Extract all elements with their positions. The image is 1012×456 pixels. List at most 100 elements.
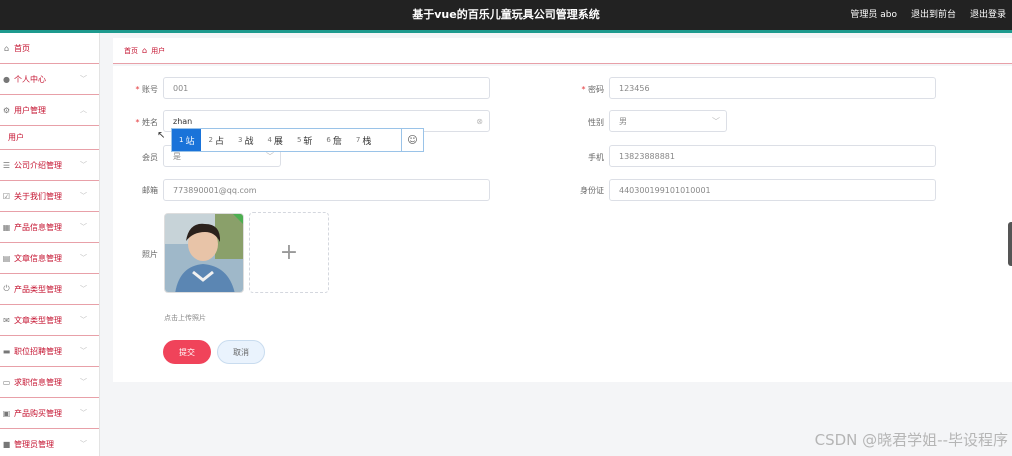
sidebar-item-users[interactable]: ⚙ 用户管理 ︿: [0, 95, 99, 126]
idcard-label: 身份证: [580, 186, 604, 195]
upload-button[interactable]: +: [249, 212, 329, 293]
home-icon: ⌂: [142, 46, 148, 55]
chevron-down-icon: ﹀: [80, 316, 87, 324]
sidebar-item-label: 首页: [14, 43, 30, 53]
back-to-front-link[interactable]: 退出到前台: [911, 7, 956, 20]
list-icon: ☰: [2, 160, 11, 170]
ime-candidate[interactable]: 6詹: [319, 129, 348, 151]
sidebar-item-articles[interactable]: ▤ 文章信息管理 ﹀: [0, 243, 99, 274]
email-label: 邮箱: [142, 186, 158, 195]
portrait-image: [165, 214, 243, 292]
uploaded-photo[interactable]: [164, 213, 244, 293]
ime-candidate[interactable]: 7栈: [349, 129, 378, 151]
sidebar-subitem-label: 用户: [8, 133, 24, 142]
clear-icon[interactable]: ⊗: [476, 117, 483, 126]
current-user: 管理员 abo: [850, 10, 897, 20]
chevron-down-icon: ﹀: [80, 75, 87, 83]
sidebar-item-label: 产品类型管理: [14, 284, 62, 294]
header-accent-line: [0, 30, 1012, 33]
breadcrumb-current: 用户: [151, 46, 166, 55]
cart-icon: ▣: [2, 408, 11, 418]
chevron-down-icon: ﹀: [80, 223, 87, 231]
plus-icon: +: [279, 240, 299, 265]
top-header: 基于vue的百乐儿童玩具公司管理系统 管理员 abo 退出到前台 退出登录: [0, 0, 1012, 33]
watermark: CSDN @晓君学姐--毕设程序: [814, 431, 1008, 449]
card-icon: ▬: [2, 346, 11, 356]
chevron-down-icon: ﹀: [80, 347, 87, 355]
ime-candidate[interactable]: 4展: [260, 129, 289, 151]
chevron-down-icon: ﹀: [712, 116, 720, 126]
user-icon: ●: [3, 74, 10, 84]
logout-link[interactable]: 退出登录: [970, 7, 1006, 20]
sidebar-item-about-us[interactable]: ☑ 关于我们管理 ﹀: [0, 181, 99, 212]
sidebar-item-home[interactable]: ⌂ 首页: [0, 33, 99, 64]
sidebar-subitem-user[interactable]: 用户: [0, 126, 99, 150]
upload-hint: 点击上传照片: [164, 314, 206, 322]
password-input[interactable]: 123456: [609, 77, 936, 99]
sidebar-item-label: 用户管理: [14, 105, 46, 115]
ime-candidate-bar: 1站 2占 3战 4展 5斩 6詹 7栈 ☺: [171, 128, 424, 152]
chevron-down-icon: ﹀: [80, 285, 87, 293]
sidebar-item-admins[interactable]: ■ 管理员管理 ﹀: [0, 429, 99, 456]
chevron-down-icon: ﹀: [80, 192, 87, 200]
mouse-cursor-icon: ↖: [157, 130, 166, 141]
power-icon: ⏻: [3, 284, 10, 293]
sidebar-item-label: 关于我们管理: [14, 191, 62, 201]
account-label: * 账号: [135, 85, 158, 94]
name-label: * 姓名: [135, 118, 158, 127]
chevron-down-icon: ﹀: [80, 254, 87, 262]
chevron-down-icon: ﹀: [266, 151, 274, 161]
side-scroll-tab[interactable]: [1008, 222, 1012, 266]
mail-icon: ✉: [3, 315, 10, 325]
chevron-down-icon: ﹀: [80, 440, 87, 448]
sidebar-item-label: 文章类型管理: [14, 315, 62, 325]
sidebar-item-jobs[interactable]: ▬ 职位招聘管理 ﹀: [0, 336, 99, 367]
ime-candidate[interactable]: 1站: [172, 129, 202, 151]
cancel-button[interactable]: 取消: [217, 340, 265, 364]
chevron-down-icon: ﹀: [80, 409, 87, 417]
sidebar-item-article-types[interactable]: ✉ 文章类型管理 ﹀: [0, 305, 99, 336]
sidebar-item-label: 文章信息管理: [14, 253, 62, 263]
ime-candidate[interactable]: 3战: [231, 129, 260, 151]
photo-label: 照片: [142, 250, 158, 259]
sidebar-item-label: 职位招聘管理: [14, 346, 62, 356]
account-input[interactable]: 001: [163, 77, 490, 99]
check-icon: ☑: [2, 191, 11, 201]
sidebar-item-label: 产品购买管理: [14, 408, 62, 418]
ime-candidate[interactable]: 5斩: [290, 129, 319, 151]
grid-icon: ▦: [2, 222, 11, 232]
chevron-down-icon: ﹀: [80, 161, 87, 169]
phone-input[interactable]: 13823888881: [609, 145, 936, 167]
password-label: * 密码: [581, 85, 604, 94]
chevron-up-icon: ︿: [80, 106, 87, 114]
phone-label: 手机: [588, 153, 604, 162]
member-label: 会员: [142, 153, 158, 162]
submit-button[interactable]: 提交: [163, 340, 211, 364]
sidebar-item-job-seekers[interactable]: ▭ 求职信息管理 ﹀: [0, 367, 99, 398]
home-icon: ⌂: [3, 43, 10, 53]
breadcrumb: 首页 ⌂ 用户: [113, 38, 1012, 64]
sidebar: ⌂ 首页 ● 个人中心 ﹀ ⚙ 用户管理 ︿ 用户 ☰ 公司介绍管理 ﹀ ☑ 关…: [0, 33, 100, 456]
monitor-icon: ▭: [2, 377, 11, 387]
admin-icon: ■: [2, 439, 11, 449]
chevron-down-icon: ﹀: [80, 378, 87, 386]
sidebar-item-products[interactable]: ▦ 产品信息管理 ﹀: [0, 212, 99, 243]
sidebar-item-product-types[interactable]: ⏻ 产品类型管理 ﹀: [0, 274, 99, 305]
gear-icon: ⚙: [2, 105, 11, 115]
idcard-input[interactable]: 440300199101010001: [609, 179, 936, 201]
email-input[interactable]: 773890001@qq.com: [163, 179, 490, 201]
sidebar-item-label: 管理员管理: [14, 439, 54, 449]
sidebar-item-label: 个人中心: [14, 74, 46, 84]
emoji-icon[interactable]: ☺: [401, 129, 423, 151]
doc-icon: ▤: [2, 253, 11, 263]
sidebar-item-purchases[interactable]: ▣ 产品购买管理 ﹀: [0, 398, 99, 429]
sidebar-item-label: 产品信息管理: [14, 222, 62, 232]
breadcrumb-home[interactable]: 首页: [124, 46, 138, 56]
gender-label: 性别: [588, 118, 604, 127]
sidebar-item-company-intro[interactable]: ☰ 公司介绍管理 ﹀: [0, 150, 99, 181]
sidebar-item-label: 公司介绍管理: [14, 160, 62, 170]
gender-select[interactable]: 男 ﹀: [609, 110, 727, 132]
sidebar-item-label: 求职信息管理: [14, 377, 62, 387]
sidebar-item-profile[interactable]: ● 个人中心 ﹀: [0, 64, 99, 95]
ime-candidate[interactable]: 2占: [201, 129, 230, 151]
